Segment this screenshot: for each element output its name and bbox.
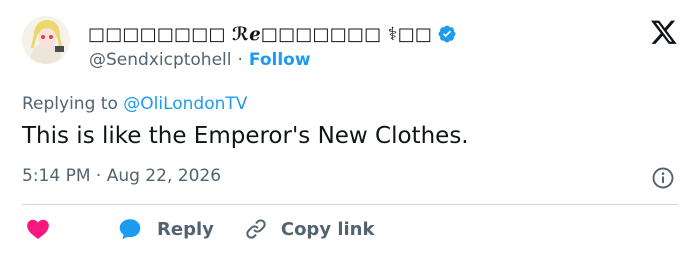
author-handle[interactable]: @Sendxicptohell bbox=[89, 50, 231, 70]
author-name-row: □□□□□□□□ ℛℯ□□□□□□□ ⚕□□ bbox=[88, 21, 457, 47]
tweet-text: This is like the Emperor's New Clothes. bbox=[22, 123, 469, 149]
avatar-image bbox=[22, 16, 70, 64]
action-bar: Reply Copy link bbox=[22, 214, 374, 244]
reply-button[interactable]: Reply bbox=[51, 216, 214, 242]
info-icon[interactable] bbox=[651, 166, 675, 190]
copy-link-button[interactable]: Copy link bbox=[214, 217, 375, 241]
tweet-timestamp[interactable]: 5:14 PM · Aug 22, 2026 bbox=[22, 166, 221, 186]
action-divider bbox=[22, 204, 678, 205]
replying-to-mention[interactable]: @OliLondonTV bbox=[123, 94, 247, 114]
x-logo-icon[interactable] bbox=[650, 18, 678, 46]
like-button[interactable] bbox=[22, 216, 51, 242]
author-display-name[interactable]: □□□□□□□□ ℛℯ□□□□□□□ ⚕□□ bbox=[88, 24, 432, 45]
reply-label: Reply bbox=[157, 218, 214, 240]
separator-dot: · bbox=[237, 50, 243, 70]
heart-icon bbox=[27, 219, 49, 239]
avatar[interactable] bbox=[22, 16, 70, 64]
replying-to-prefix: Replying to bbox=[22, 94, 118, 114]
copy-link-label: Copy link bbox=[280, 218, 375, 240]
link-icon bbox=[246, 219, 266, 239]
follow-button[interactable]: Follow bbox=[249, 50, 311, 70]
author-handle-row: @Sendxicptohell · Follow bbox=[89, 48, 311, 72]
speech-bubble-icon bbox=[119, 219, 141, 240]
replying-to-line: Replying to @OliLondonTV bbox=[22, 94, 247, 114]
verified-badge-icon bbox=[438, 25, 456, 43]
